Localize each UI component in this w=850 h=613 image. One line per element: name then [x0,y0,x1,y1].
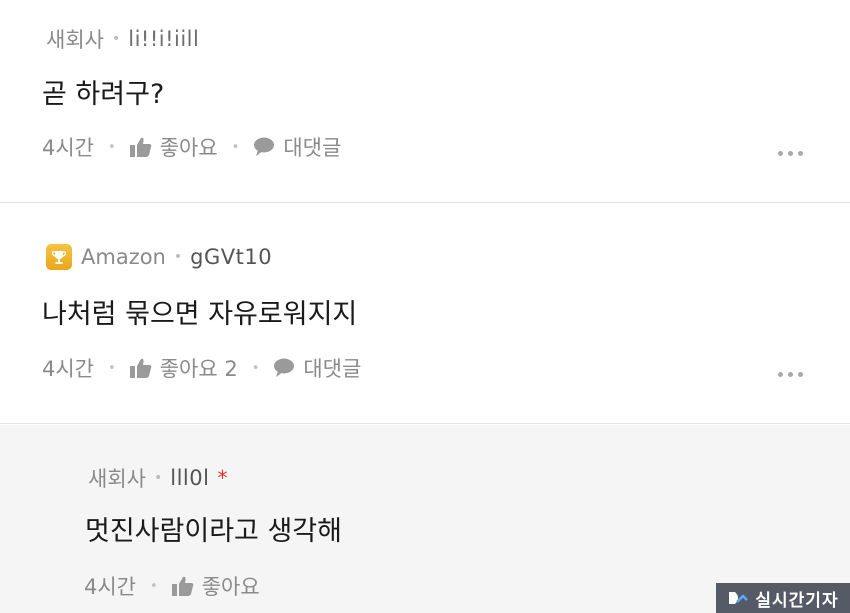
reply-label: 대댓글 [303,357,362,381]
comment-text: 곧 하려구? [42,79,165,110]
thumbs-up-icon [171,576,194,596]
like-label: 좋아요 2 [159,357,238,381]
comment-meta: 새회사 • li!!i!iill [46,24,199,54]
speech-bubble-icon [273,358,295,378]
meta-separator: • [111,31,121,47]
meta-separator: • [173,249,183,265]
company-name[interactable]: 새회사 [46,24,104,54]
comment-item: 새회사 • li!!i!iill 곧 하려구? 4시간 • 좋아요 • 대댓글 [0,0,850,203]
comment-actions: 4시간 • 좋아요 [84,571,260,601]
trophy-icon [46,244,72,270]
like-button[interactable]: 좋아요 [129,132,218,162]
action-separator: • [251,360,260,376]
comment-text: 멋진사람이라고 생각해 [85,516,342,547]
meta-separator: • [153,470,163,486]
comment-text: 나처럼 묶으면 자유로워지지 [42,299,358,330]
thumbs-up-icon [129,358,152,378]
comment-time: 4시간 [42,357,95,381]
comment-meta: Amazon • gGVt10 [46,244,272,270]
speech-bubble-icon [253,137,275,157]
comment-meta: 새회사 • lll0l * [88,463,227,493]
author-nickname[interactable]: li!!i!iill [128,27,199,51]
comment-item: Amazon • gGVt10 나처럼 묶으면 자유로워지지 4시간 • 좋아요… [0,204,850,424]
author-marker: * [217,466,228,490]
like-label: 좋아요 [159,136,218,160]
watermark-badge: 실시간기자 [716,583,850,613]
comment-actions: 4시간 • 좋아요 2 • 대댓글 [42,353,361,383]
action-separator: • [108,139,116,155]
company-name[interactable]: 새회사 [88,463,146,493]
like-label: 좋아요 [201,575,260,599]
watermark-text: 실시간기자 [755,590,839,611]
action-separator: • [108,360,116,376]
more-dots-icon[interactable] [778,151,803,156]
like-button[interactable]: 좋아요 [171,571,260,601]
reply-button[interactable]: 대댓글 [273,353,361,383]
comment-time: 4시간 [84,575,137,599]
thumbs-up-icon [129,137,152,157]
action-separator: • [150,578,158,594]
action-separator: • [231,139,240,155]
company-name[interactable]: Amazon [81,245,166,269]
comment-actions: 4시간 • 좋아요 • 대댓글 [42,132,341,162]
comment-time: 4시간 [42,136,95,160]
author-nickname[interactable]: gGVt10 [190,245,272,269]
like-button[interactable]: 좋아요 2 [129,353,238,383]
reply-button[interactable]: 대댓글 [253,132,341,162]
reply-label: 대댓글 [283,136,342,160]
more-dots-icon[interactable] [778,372,803,377]
author-nickname[interactable]: lll0l [170,466,209,490]
watermark-logo-icon [727,590,749,606]
